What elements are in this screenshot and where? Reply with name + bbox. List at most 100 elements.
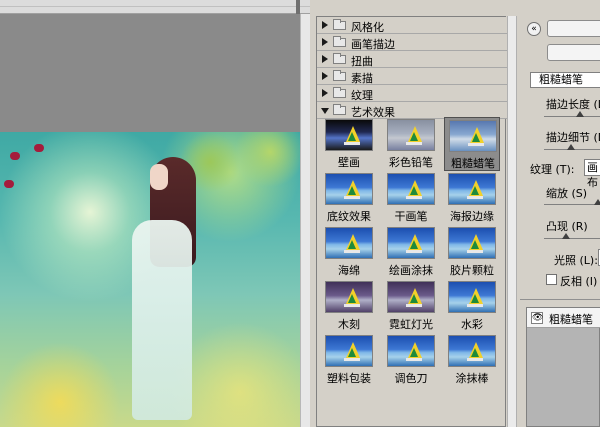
thumbnail-poster-edges[interactable]: 海报边缘 (444, 173, 500, 223)
collapsed-arrow-icon[interactable] (322, 89, 328, 97)
thumbnail-image (448, 281, 496, 313)
thumbnail-label: 胶片颗粒 (450, 264, 494, 277)
thumbnail-image (325, 119, 373, 151)
thumbnail-image (325, 335, 373, 367)
thumbnail-paint-daubs[interactable]: 绘画涂抹 (383, 227, 439, 277)
thumbnail-image (387, 335, 435, 367)
thumbnail-image (325, 227, 373, 259)
light-label: 光照 (L): (554, 254, 598, 267)
thumbnail-image (387, 119, 435, 151)
effect-layers-panel: 👁 粗糙蜡笔 (526, 307, 600, 427)
top-strip (0, 0, 310, 14)
thumbnail-sponge[interactable]: 海绵 (321, 227, 377, 277)
gallery-scrollbar[interactable] (507, 16, 517, 427)
stroke-detail-slider-thumb[interactable] (567, 144, 575, 150)
category-label: 扭曲 (351, 55, 373, 68)
thumbnail-watercolor[interactable]: 水彩 (444, 281, 500, 331)
settings-panel: « 粗糙蜡笔 描边长度 (L) 描边细节 (D) 纹理 (T): 画布 缩放 (… (520, 14, 600, 427)
thumbnail-image (387, 173, 435, 205)
panel-divider (520, 299, 600, 300)
collapsed-arrow-icon[interactable] (322, 55, 328, 63)
top-strip-notch (296, 0, 300, 14)
photo-figure-dress (132, 220, 192, 420)
thumbnail-cutout[interactable]: 木刻 (321, 281, 377, 331)
category-distort[interactable]: 扭曲 (317, 51, 507, 68)
texture-select-value: 画布 (587, 161, 598, 189)
thumbnail-label: 底纹效果 (327, 210, 371, 223)
thumbnail-smudge-stick[interactable]: 涂抹棒 (444, 335, 500, 385)
filter-gallery-window: 风格化 画笔描边 扭曲 素描 纹理 艺术效果 壁画 彩色铅笔 粗糙蜡笔 底纹效果… (0, 0, 600, 427)
thumbnail-image (448, 335, 496, 367)
folder-icon (333, 104, 346, 115)
cancel-button[interactable] (547, 44, 600, 61)
collapse-gallery-button[interactable]: « (527, 22, 541, 36)
category-label: 画笔描边 (351, 38, 395, 51)
filter-select[interactable]: 粗糙蜡笔 (530, 72, 600, 88)
expanded-arrow-icon[interactable] (321, 108, 329, 114)
photo-red-leaf (34, 144, 44, 152)
thumbnail-rough-pastels[interactable]: 粗糙蜡笔 (444, 117, 500, 171)
invert-checkbox[interactable] (546, 274, 557, 285)
folder-icon (333, 87, 346, 98)
stroke-length-slider[interactable] (544, 116, 600, 117)
thumbnail-palette-knife[interactable]: 调色刀 (383, 335, 439, 385)
photo-red-leaf (10, 152, 20, 160)
thumbnail-image (387, 227, 435, 259)
folder-icon (333, 70, 346, 81)
thumbnail-label: 海报边缘 (450, 210, 494, 223)
collapsed-arrow-icon[interactable] (322, 38, 328, 46)
relief-label: 凸现 (R) (546, 220, 588, 233)
thumbnail-image (448, 173, 496, 205)
collapsed-arrow-icon[interactable] (322, 21, 328, 29)
preview-scrollbar[interactable] (300, 14, 310, 427)
thumbnail-underpainting[interactable]: 底纹效果 (321, 173, 377, 223)
invert-label: 反相 (I) (560, 275, 598, 288)
scaling-label: 缩放 (S) (546, 187, 588, 200)
thumbnail-label: 木刻 (338, 318, 360, 331)
collapsed-arrow-icon[interactable] (322, 72, 328, 80)
thumbnail-film-grain[interactable]: 胶片颗粒 (444, 227, 500, 277)
texture-select[interactable]: 画布 (584, 159, 600, 189)
category-texture[interactable]: 纹理 (317, 85, 507, 102)
photo-leaves (180, 132, 300, 192)
thumbnail-label: 涂抹棒 (455, 372, 489, 385)
preview-pane[interactable] (0, 14, 310, 427)
stroke-length-label: 描边长度 (L) (546, 98, 600, 111)
category-sketch[interactable]: 素描 (317, 68, 507, 85)
stroke-detail-label: 描边细节 (D) (546, 131, 600, 144)
ok-button[interactable] (547, 20, 600, 37)
relief-slider[interactable] (544, 238, 600, 239)
thumbnail-label: 绘画涂抹 (389, 264, 433, 277)
thumbnail-image (325, 281, 373, 313)
top-strip-line (0, 6, 310, 7)
thumbnail-colored-pencil[interactable]: 彩色铅笔 (383, 119, 439, 169)
scaling-slider[interactable] (544, 204, 600, 205)
folder-icon (333, 53, 346, 64)
folder-icon (333, 19, 346, 30)
texture-label: 纹理 (T): (530, 163, 575, 176)
category-stylize[interactable]: 风格化 (317, 17, 507, 34)
thumbnail-label: 壁画 (338, 156, 360, 169)
folder-icon (333, 36, 346, 47)
thumbnail-label: 调色刀 (394, 372, 428, 385)
thumbnail-fresco[interactable]: 壁画 (321, 119, 377, 169)
eye-icon[interactable]: 👁 (531, 312, 543, 324)
thumbnail-neon-glow[interactable]: 霓虹灯光 (383, 281, 439, 331)
relief-slider-thumb[interactable] (562, 233, 570, 239)
category-label: 风格化 (351, 21, 384, 34)
thumbnail-plastic-wrap[interactable]: 塑料包装 (321, 335, 377, 385)
thumbnail-label: 水彩 (461, 318, 483, 331)
scaling-slider-thumb[interactable] (594, 199, 600, 205)
thumbnail-grid: 壁画 彩色铅笔 粗糙蜡笔 底纹效果 干画笔 海报边缘 海绵 绘画涂抹 胶片颗粒 … (321, 117, 505, 391)
category-label: 艺术效果 (351, 106, 395, 119)
thumbnail-label: 彩色铅笔 (389, 156, 433, 169)
effect-layer-row[interactable]: 👁 粗糙蜡笔 (527, 308, 600, 328)
stroke-length-slider-thumb[interactable] (576, 111, 584, 117)
thumbnail-label: 粗糙蜡笔 (451, 157, 495, 170)
category-brush-strokes[interactable]: 画笔描边 (317, 34, 507, 51)
thumbnail-dry-brush[interactable]: 干画笔 (383, 173, 439, 223)
effect-layer-label: 粗糙蜡笔 (549, 313, 593, 326)
thumbnail-image (449, 120, 497, 152)
thumbnail-label: 霓虹灯光 (389, 318, 433, 331)
thumbnail-label: 海绵 (338, 264, 360, 277)
